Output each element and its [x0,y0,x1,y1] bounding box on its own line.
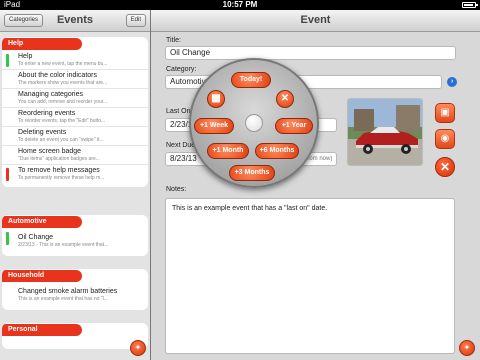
list-item[interactable]: Managing categories You can add, remove … [2,89,148,108]
item-title: Changed smoke alarm batteries [18,288,118,295]
item-title: Oil Change [18,234,54,241]
events-pane: Categories Events Edit Help Help To ente… [0,10,150,360]
list-item[interactable]: To remove help messages To permanently r… [2,165,148,184]
car-photo-image [348,99,422,165]
category-label: Category: [166,66,197,73]
item-subtitle: You can add, remove and reorder your... [18,99,108,105]
plus-3-months-button[interactable]: +3 Months [229,165,275,181]
plus-1-week-button[interactable]: +1 Week [194,118,234,134]
item-subtitle: This is an example event that has no "l.… [18,296,108,302]
item-title: Home screen badge [18,148,82,155]
plus-6-months-button[interactable]: +6 Months [255,143,299,159]
section-household: Household Changed smoke alarm batteries … [2,269,148,310]
item-title: Managing categories [18,91,83,98]
close-icon[interactable]: ✕ [276,90,294,108]
status-marker [6,54,9,67]
event-navbar: Event [151,10,480,32]
menu-icon[interactable]: ✦ [130,340,146,356]
item-title: Deleting events [18,129,67,136]
edit-button[interactable]: Edit [125,14,146,27]
list-item[interactable]: Changed smoke alarm batteries This is an… [2,283,148,307]
clock: 10:57 PM [222,0,258,9]
notes-label: Notes: [166,186,187,193]
item-subtitle: To delete an event you can "swipe" it... [18,137,104,143]
info-icon[interactable]: › [447,77,457,87]
item-title: To remove help messages [18,167,100,174]
section-pill: Help [2,38,82,50]
next-due-value: 8/23/13 [170,154,197,163]
last-on-label: Last On: [166,108,193,115]
title-label: Title: [166,37,181,44]
item-title: Reordering events [18,110,76,117]
list-item[interactable]: Home screen badge "Due items" applicatio… [2,146,148,165]
section-help: Help Help To enter a new event, tap the … [2,37,148,187]
section-personal: Personal [2,323,148,349]
item-subtitle: To permanently remove these help m... [18,175,105,181]
event-title: Event [300,14,331,26]
list-item[interactable]: Oil Change 2/23/13 - This is an example … [2,229,148,253]
status-marker [6,232,9,245]
wheel-center-knob [245,114,263,132]
item-title: Help [18,53,33,60]
title-field[interactable]: Oil Change [165,46,456,60]
delete-icon[interactable]: ✕ [435,157,455,177]
notes-field[interactable]: This is an example event that has a "las… [165,198,455,354]
section-header: Help [2,37,148,51]
list-item[interactable]: About the color indicators The markers s… [2,70,148,89]
section-pill: Household [2,270,82,282]
item-subtitle: The markers show you events that are... [18,80,108,86]
item-subtitle: To enter a new event, tap the menu bu... [18,61,108,67]
section-pill: Automotive [2,216,82,228]
item-subtitle: To reorder events, tap the "Edit" butto.… [18,118,106,124]
section-header: Automotive [2,215,148,229]
status-marker [6,168,9,181]
section-automotive: Automotive Oil Change 2/23/13 - This is … [2,215,148,256]
calendar-icon[interactable]: ▦ [207,90,225,108]
section-header: Personal [2,323,148,337]
item-title: About the color indicators [18,72,97,79]
event-detail-pane: Event Title: Oil Change Category: Automo… [151,10,480,360]
event-photo[interactable] [347,98,423,166]
today-button[interactable]: Today! [231,72,271,88]
status-bar: iPad 10:57 PM [0,0,480,10]
list-item[interactable]: Reordering events To reorder events, tap… [2,108,148,127]
list-item[interactable]: Deleting events To delete an event you c… [2,127,148,146]
events-navbar: Categories Events Edit [0,10,150,32]
section-pill: Personal [2,324,82,336]
battery-icon [462,2,478,8]
item-subtitle: 2/23/13 - This is an example event that.… [18,242,109,248]
plus-1-year-button[interactable]: +1 Year [275,118,313,134]
camera-icon[interactable]: ◉ [435,129,455,149]
plus-1-month-button[interactable]: +1 Month [207,143,249,159]
section-header: Household [2,269,148,283]
list-item[interactable]: Help To enter a new event, tap the menu … [2,51,148,70]
quick-date-wheel: Today! ▦ ✕ +1 Week +1 Year +1 Month +6 M… [189,58,319,188]
menu-icon[interactable]: ✦ [459,340,475,356]
image-icon[interactable]: ▣ [435,103,455,123]
item-subtitle: "Due items" application badges are... [18,156,100,162]
